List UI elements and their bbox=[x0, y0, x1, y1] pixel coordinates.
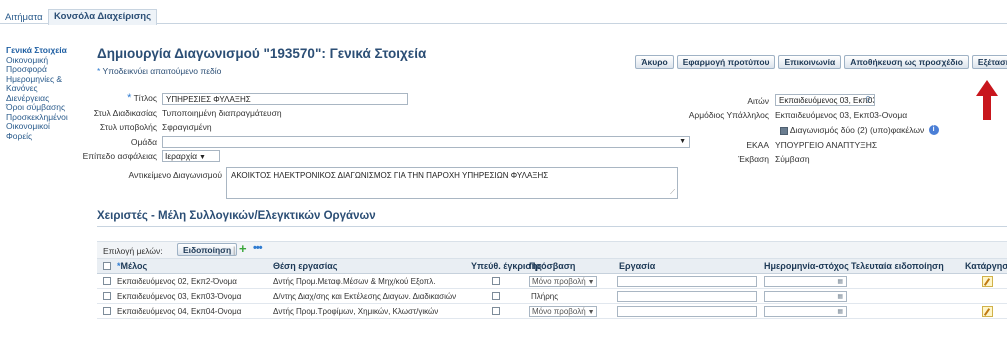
column-remove: Κατάργηση bbox=[965, 261, 1007, 271]
column-position: Θέση εργασίας bbox=[273, 261, 338, 271]
contact-button[interactable]: Επικοινωνία bbox=[778, 55, 842, 69]
access-select[interactable]: Μόνο προβολή ▼ bbox=[529, 276, 597, 287]
title-input[interactable]: ΥΠΗΡΕΣΙΕΣ ΦΥΛΑΞΗΣ bbox=[162, 93, 408, 105]
chevron-down-icon: ▼ bbox=[679, 138, 686, 145]
required-note-text: Υποδεικνύει απαιτούμενο πεδίο bbox=[102, 66, 222, 76]
cancel-button[interactable]: Άκυρο bbox=[635, 55, 674, 69]
remove-icon[interactable] bbox=[982, 306, 993, 317]
approver-checkbox[interactable] bbox=[492, 292, 500, 300]
target-date-input[interactable]: ▦ bbox=[764, 306, 847, 317]
save-draft-button[interactable]: Αποθήκευση ως προσχέδιο bbox=[844, 55, 969, 69]
column-access: Πρόσβαση bbox=[529, 261, 576, 271]
approver-checkbox[interactable] bbox=[492, 307, 500, 315]
task-input[interactable] bbox=[617, 291, 757, 302]
title-required-star: * bbox=[127, 92, 132, 104]
member-position: Δντής Προμ.Τροφίμων, Χημικών, Κλωστ/γικώ… bbox=[273, 307, 439, 316]
target-date-input[interactable]: ▦ bbox=[764, 291, 847, 302]
chevron-down-icon: ▼ bbox=[587, 309, 595, 316]
security-level-select[interactable]: Ιεραρχία ▼ bbox=[162, 150, 220, 162]
outcome-value: Σύμβαση bbox=[775, 154, 810, 164]
access-value: Πλήρης bbox=[531, 292, 559, 301]
column-last-notification: Τελευταία ειδοποίηση bbox=[851, 261, 944, 271]
sidebar-item-invited-bodies[interactable]: Φορείς bbox=[6, 131, 90, 142]
calendar-icon[interactable]: ▦ bbox=[837, 308, 843, 315]
action-buttons: Άκυρο Εφαρμογή προτύπου Επικοινωνία Αποθ… bbox=[635, 55, 1007, 69]
table-row: Εκπαιδευόμενος 04, Εκπ04-Ονομα Δντής Προ… bbox=[97, 304, 1007, 319]
two-envelopes-option: Διαγωνισμός δύο (2) (υπο)φακέλων i bbox=[780, 125, 939, 135]
column-target-date: Ημερομηνία-στόχος bbox=[764, 261, 849, 271]
tab-requests[interactable]: Αιτήματα bbox=[0, 11, 48, 25]
procedure-style-value: Τυποποιημένη διαπραγμάτευση bbox=[162, 108, 282, 118]
target-date-input[interactable]: ▦ bbox=[764, 276, 847, 287]
submission-style-value: Σφραγισμένη bbox=[162, 122, 212, 132]
member-name: Εκπαιδευόμενος 03, Εκπ03-Όνομα bbox=[117, 292, 242, 301]
member-name: Εκπαιδευόμενος 02, Εκπ2-Όνομα bbox=[117, 277, 237, 286]
task-input[interactable] bbox=[617, 276, 757, 287]
calendar-icon[interactable]: ▦ bbox=[837, 278, 843, 285]
approver-checkbox[interactable] bbox=[492, 277, 500, 285]
row-select-checkbox[interactable] bbox=[103, 307, 111, 315]
group-label: Ομάδα bbox=[130, 137, 157, 147]
more-icon[interactable]: ••• bbox=[253, 242, 263, 254]
task-input[interactable] bbox=[617, 306, 757, 317]
official-value: Εκπαιδευόμενος 03, Εκπ03-Ονομα bbox=[775, 110, 908, 120]
group-select[interactable]: ▼ bbox=[162, 136, 690, 148]
chevron-down-icon: ▼ bbox=[587, 279, 595, 286]
row-select-checkbox[interactable] bbox=[103, 277, 111, 285]
member-position: Δ/ντης Διαχ/σης και Εκτέλεσης Διαγων. Δι… bbox=[273, 292, 457, 301]
official-label: Αρμόδιος Υπάλληλος bbox=[688, 110, 769, 120]
members-toolbar: Επιλογή μελών: Ειδοποίηση | + ••• bbox=[97, 241, 1007, 259]
red-arrow-icon bbox=[976, 80, 998, 120]
member-name: Εκπαιδευόμενος 04, Εκπ04-Ονομα bbox=[117, 307, 242, 316]
select-members-label: Επιλογή μελών: bbox=[103, 246, 163, 256]
two-envelopes-checkbox[interactable] bbox=[780, 126, 788, 135]
column-task: Εργασία bbox=[619, 261, 656, 271]
apply-template-button[interactable]: Εφαρμογή προτύπου bbox=[676, 55, 776, 69]
section-divider bbox=[97, 226, 1007, 227]
subject-textarea[interactable]: ΑΚΟΙΚΤΟΣ ΗΛΕΚΤΡΟΝΙΚΟΣ ΔΙΑΓΩΝΙΣΜΟΣ ΓΙΑ ΤΗ… bbox=[226, 167, 678, 199]
remove-icon[interactable] bbox=[982, 276, 993, 287]
ekaa-label: ΕΚΑΑ bbox=[746, 140, 769, 150]
members-section-title: Χειριστές - Μέλη Συλλογικών/Ελεγκτικών Ο… bbox=[97, 210, 376, 222]
select-all-checkbox[interactable] bbox=[103, 262, 111, 270]
resize-handle-icon[interactable]: ⟋ bbox=[670, 189, 675, 197]
procedure-style-label: Στυλ Διαδικασίας bbox=[93, 108, 157, 118]
required-star: * bbox=[97, 66, 101, 76]
add-icon[interactable]: + bbox=[239, 241, 247, 256]
security-level-label: Επίπεδο ασφάλειας bbox=[82, 151, 157, 161]
buyer-label: Αιτών bbox=[747, 96, 769, 106]
table-row: Εκπαιδευόμενος 03, Εκπ03-Όνομα Δ/ντης Δι… bbox=[97, 289, 1007, 304]
chevron-down-icon: ▼ bbox=[199, 154, 206, 161]
subject-label: Αντικείμενο Διαγωνισμού bbox=[128, 170, 222, 180]
access-select[interactable]: Μόνο προβολή ▼ bbox=[529, 306, 597, 317]
title-label: * Τίτλος bbox=[127, 92, 157, 104]
sidebar: Γενικά Στοιχεία Οικονομική Προσφορά Ημερ… bbox=[0, 45, 90, 142]
buyer-input[interactable]: Εκπαιδευόμενος 03, Εκπ03 ⚲ bbox=[775, 94, 875, 106]
notify-button[interactable]: Ειδοποίηση bbox=[177, 243, 238, 256]
table-row: Εκπαιδευόμενος 02, Εκπ2-Όνομα Δντής Προμ… bbox=[97, 274, 1007, 289]
outcome-label: Έκβαση bbox=[738, 154, 769, 164]
page-title: Δημιουργία Διαγωνισμού "193570": Γενικά … bbox=[97, 46, 427, 61]
member-position: Δντής Προμ.Μεταφ.Μέσων & Μηχ/κού Εξοπλ. bbox=[273, 277, 436, 286]
required-note: * Υποδεικνύει απαιτούμενο πεδίο bbox=[97, 66, 221, 76]
calendar-icon[interactable]: ▦ bbox=[837, 293, 843, 300]
toolbar-separator: | bbox=[233, 245, 236, 255]
submission-style-label: Στυλ υποβολής bbox=[99, 122, 157, 132]
ekaa-value: ΥΠΟΥΡΓΕΙΟ ΑΝΑΠΤΥΞΗΣ bbox=[775, 140, 878, 150]
review-button[interactable]: Εξέταση bbox=[971, 55, 1007, 69]
row-select-checkbox[interactable] bbox=[103, 292, 111, 300]
tab-admin-console[interactable]: Κονσόλα Διαχείρισης bbox=[48, 9, 158, 25]
column-member: *Μέλος bbox=[117, 261, 148, 271]
info-icon[interactable]: i bbox=[928, 125, 939, 135]
top-tabs: Αιτήματα Κονσόλα Διαχείρισης bbox=[0, 0, 1007, 25]
search-icon[interactable]: ⚲ bbox=[865, 95, 871, 104]
table-header: *Μέλος Θέση εργασίας Υπεύθ. έγκρισης Πρό… bbox=[97, 259, 1007, 274]
